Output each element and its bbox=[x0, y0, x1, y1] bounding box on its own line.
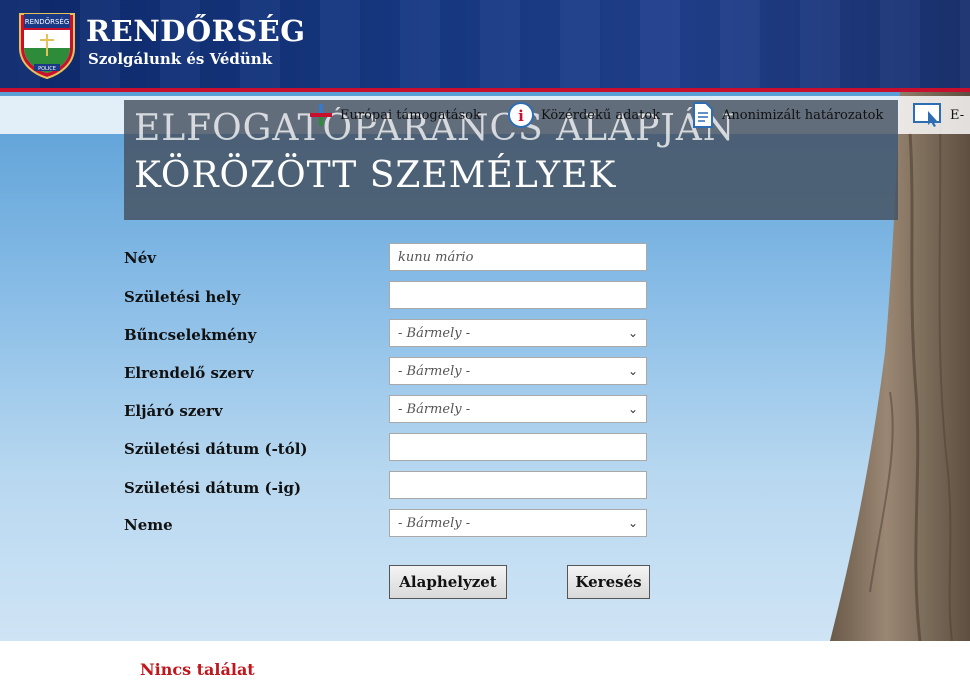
name-label: Név bbox=[124, 249, 156, 267]
birth-to-label: Születési dátum (-ig) bbox=[124, 479, 302, 497]
crime-label: Bűncselekmény bbox=[124, 326, 257, 344]
police-crest-logo[interactable]: RENDŐRSÉG POLICE bbox=[16, 8, 78, 80]
birth-place-label: Születési hely bbox=[124, 288, 241, 306]
nav-item-e-service[interactable]: E- bbox=[912, 96, 964, 134]
search-button[interactable]: Keresés bbox=[567, 565, 650, 599]
info-icon: i bbox=[508, 102, 534, 128]
birth-from-input[interactable] bbox=[389, 433, 647, 461]
nav-item-eu-support[interactable]: Európai támogatások bbox=[308, 96, 481, 134]
name-input[interactable]: kunu mário bbox=[389, 243, 647, 271]
chevron-down-icon: ⌄ bbox=[627, 402, 638, 416]
acting-body-value: - Bármely - bbox=[398, 401, 471, 417]
birth-to-input[interactable] bbox=[389, 471, 647, 499]
chevron-down-icon: ⌄ bbox=[627, 364, 638, 378]
name-input-value: kunu mário bbox=[398, 249, 474, 265]
svg-text:i: i bbox=[518, 107, 524, 125]
acting-body-label: Eljáró szerv bbox=[124, 402, 223, 420]
nav-item-label: E- bbox=[950, 107, 965, 123]
birth-from-label: Születési dátum (-tól) bbox=[124, 440, 308, 458]
logo-badge: POLICE bbox=[38, 66, 56, 72]
crime-select[interactable]: - Bármely - ⌄ bbox=[389, 319, 647, 347]
site-subtitle: Szolgálunk és Védünk bbox=[88, 50, 273, 68]
logo-text: RENDŐRSÉG bbox=[25, 17, 70, 26]
gender-label: Neme bbox=[124, 516, 173, 534]
ordering-body-value: - Bármely - bbox=[398, 363, 471, 379]
reset-button[interactable]: Alaphelyzet bbox=[389, 565, 507, 599]
acting-body-select[interactable]: - Bármely - ⌄ bbox=[389, 395, 647, 423]
document-icon bbox=[693, 102, 713, 128]
gender-select[interactable]: - Bármely - ⌄ bbox=[389, 509, 647, 537]
page-title-line2: KÖRÖZÖTT SZEMÉLYEK bbox=[134, 155, 617, 196]
nav-item-public-data[interactable]: i Közérdekű adatok bbox=[507, 96, 660, 134]
nav-item-label: Közérdekű adatok bbox=[541, 107, 661, 123]
gender-select-value: - Bármely - bbox=[398, 515, 471, 531]
ordering-body-label: Elrendelő szerv bbox=[124, 364, 254, 382]
eu-support-icon bbox=[310, 104, 332, 126]
nav-item-label: Európai támogatások bbox=[340, 107, 481, 123]
chevron-down-icon: ⌄ bbox=[627, 516, 638, 530]
nav-item-anonymized-decisions[interactable]: Anonimizált határozatok bbox=[690, 96, 883, 134]
birth-place-input[interactable] bbox=[389, 281, 647, 309]
header-accent-line bbox=[0, 88, 970, 92]
e-service-icon bbox=[913, 103, 941, 127]
crime-select-value: - Bármely - bbox=[398, 325, 471, 341]
chevron-down-icon: ⌄ bbox=[627, 326, 638, 340]
ordering-body-select[interactable]: - Bármely - ⌄ bbox=[389, 357, 647, 385]
nav-item-label: Anonimizált határozatok bbox=[722, 107, 884, 123]
no-results-message: Nincs találat bbox=[140, 660, 255, 679]
site-title[interactable]: RENDŐRSÉG bbox=[86, 14, 306, 48]
